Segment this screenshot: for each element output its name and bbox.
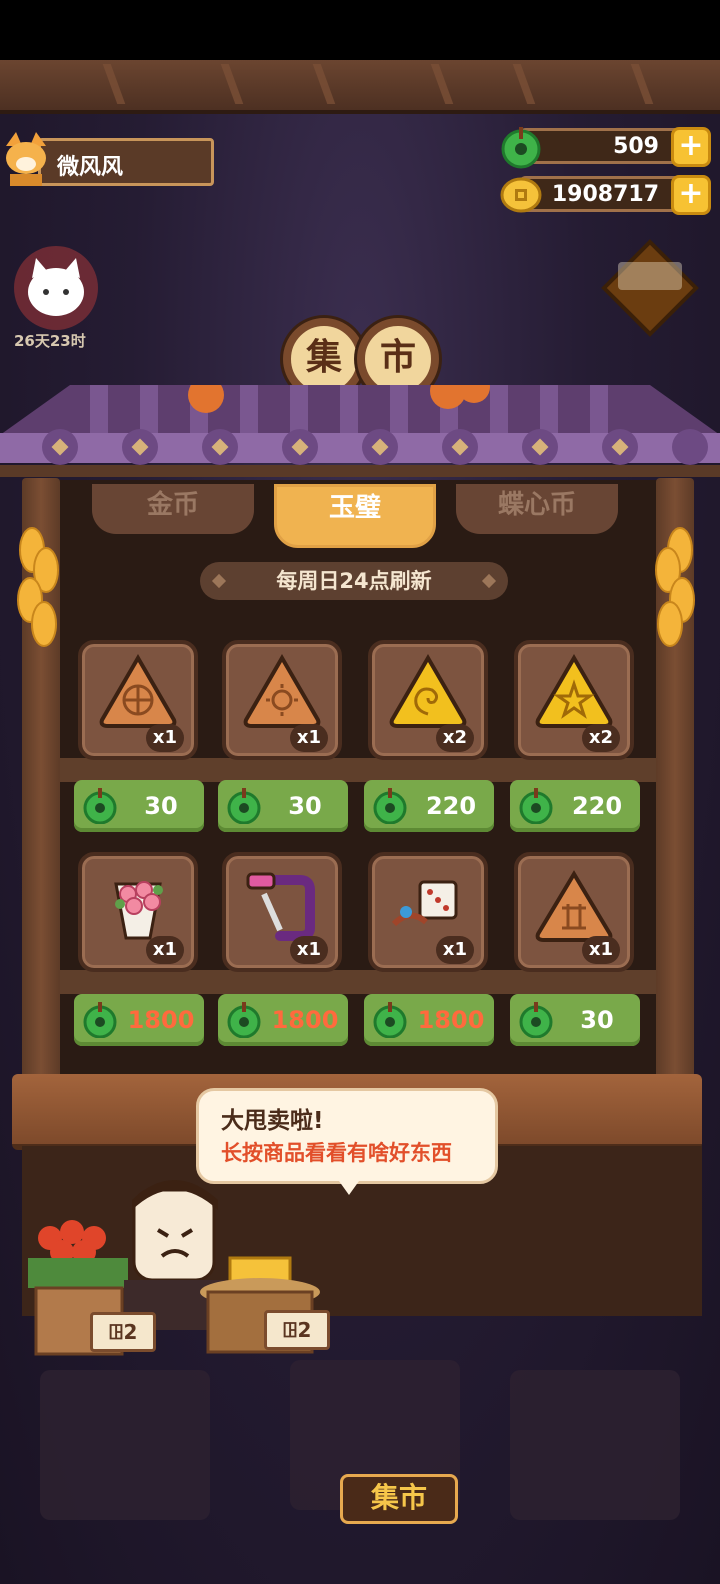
star-rice-cake-icon <box>535 654 613 728</box>
item-quantity: x1 <box>290 936 328 964</box>
refresh-schedule: 每周日24点刷新 <box>200 562 508 600</box>
wooden-top-beam <box>0 60 720 114</box>
coin-currency-bar: 1908717 + <box>500 175 711 215</box>
price-button-7[interactable]: 1800 <box>364 994 494 1046</box>
shelf-row-1 <box>60 758 656 782</box>
price-value: 1800 <box>127 1006 195 1034</box>
item-quantity: x2 <box>582 724 620 752</box>
wheel-rice-cake-icon <box>99 654 177 728</box>
jade-icon <box>83 788 117 824</box>
price-button-6[interactable]: 1800 <box>218 994 348 1046</box>
bubble-hint: 长按商品看看有啥好东西 <box>221 1141 452 1165</box>
jade-icon <box>501 127 541 169</box>
item-quantity: x1 <box>290 724 328 752</box>
sun-rice-cake-icon <box>243 654 321 728</box>
tab-jade[interactable]: 玉璧 <box>274 484 436 548</box>
bubble-tail <box>339 1181 359 1195</box>
jade-icon <box>83 1002 117 1038</box>
item-quantity: x1 <box>146 724 184 752</box>
price-button-4[interactable]: 220 <box>510 780 640 832</box>
refresh-text: 每周日24点刷新 <box>276 569 432 593</box>
price-button-5[interactable]: 1800 <box>74 994 204 1046</box>
jade-icon <box>373 1002 407 1038</box>
shell-rice-cake-icon <box>389 654 467 728</box>
item-quantity: x1 <box>146 936 184 964</box>
price-button-8[interactable]: 30 <box>510 994 640 1046</box>
coin-icon <box>500 177 542 213</box>
shop-item-1[interactable]: x1 <box>78 640 198 760</box>
shop-item-5[interactable]: x1 <box>78 852 198 972</box>
player-name: 微风风 <box>57 155 124 180</box>
price-value: 1800 <box>417 1006 485 1034</box>
item-quantity: x1 <box>436 936 474 964</box>
background-stall-right <box>510 1370 680 1520</box>
price-value: 30 <box>144 792 178 820</box>
jade-icon <box>373 788 407 824</box>
shop-item-7[interactable]: x1 <box>368 852 488 972</box>
corn-decoration-left-icon <box>17 527 59 647</box>
player-profile[interactable]: 微风风 <box>38 138 214 186</box>
price-tag-gold: ꖸ2 <box>264 1310 330 1350</box>
jade-icon <box>519 1002 553 1038</box>
jade-icon <box>227 1002 261 1038</box>
price-value: 220 <box>571 792 623 820</box>
shop-item-8[interactable]: x1 <box>514 852 634 972</box>
tab-gold-coin[interactable]: 金币 <box>92 484 254 534</box>
corn-decoration-right-icon <box>655 527 695 647</box>
jade-icon <box>519 788 553 824</box>
shop-item-4[interactable]: x2 <box>514 640 634 760</box>
fox-avatar-icon[interactable] <box>2 128 50 188</box>
add-coin-button[interactable]: + <box>671 175 711 215</box>
price-value: 30 <box>288 792 322 820</box>
stall-roof <box>0 385 720 477</box>
add-jade-button[interactable]: + <box>671 127 711 167</box>
price-button-2[interactable]: 30 <box>218 780 348 832</box>
shop-item-2[interactable]: x1 <box>222 640 342 760</box>
coin-amount: 1908717 <box>551 182 659 207</box>
jade-amount: 509 <box>613 134 659 159</box>
price-value: 220 <box>425 792 477 820</box>
price-value: 30 <box>580 1006 614 1034</box>
market-nav-button[interactable]: 集市 <box>340 1474 458 1524</box>
price-value: 1800 <box>271 1006 339 1034</box>
jade-icon <box>227 788 261 824</box>
jade-currency-bar: 509 + <box>501 127 711 169</box>
price-button-1[interactable]: 30 <box>74 780 204 832</box>
item-quantity: x1 <box>582 936 620 964</box>
price-button-3[interactable]: 220 <box>364 780 494 832</box>
background-stall-left <box>40 1370 210 1520</box>
tab-butterfly-coin[interactable]: 蝶心币 <box>456 484 618 534</box>
shelf-row-2 <box>60 970 656 994</box>
item-quantity: x2 <box>436 724 474 752</box>
bubble-title: 大甩卖啦! <box>221 1108 324 1134</box>
shop-item-3[interactable]: x2 <box>368 640 488 760</box>
price-tag-tomato: ꖸ2 <box>90 1312 156 1352</box>
speech-bubble: 大甩卖啦! 长按商品看看有啥好东西 <box>196 1088 498 1195</box>
shop-item-6[interactable]: x1 <box>222 852 342 972</box>
